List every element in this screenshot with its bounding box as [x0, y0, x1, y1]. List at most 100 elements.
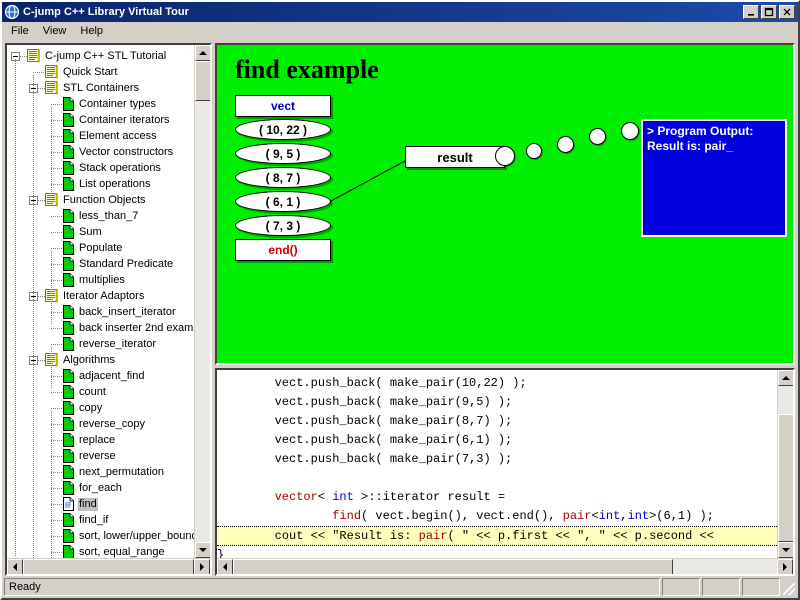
tree-node-label: Iterator Adaptors: [63, 289, 145, 302]
code-hscroll-track[interactable]: [673, 559, 777, 574]
tree-connector: [51, 327, 63, 329]
tree-node-sort-lower-upper-bound[interactable]: sort, lower/upper_bound: [11, 528, 194, 544]
tree-node-iterator-adaptors[interactable]: Iterator Adaptors: [11, 288, 194, 304]
tree-node-for-each[interactable]: for_each: [11, 480, 194, 496]
code-scroll-track-top[interactable]: [778, 386, 793, 414]
code-scroll-right-button[interactable]: [777, 559, 793, 574]
code-vertical-scrollbar[interactable]: [777, 370, 793, 558]
tree-node-label: copy: [79, 401, 103, 414]
tree-scroll-thumb[interactable]: [195, 61, 210, 101]
maximize-button[interactable]: [761, 5, 777, 19]
tree-node-vector-constructors[interactable]: Vector constructors: [11, 144, 194, 160]
code-scroll-down-button[interactable]: [778, 542, 793, 558]
tree-node-label: Standard Predicate: [79, 257, 174, 270]
tree-node-multiplies[interactable]: multiplies: [11, 272, 194, 288]
tree-connector: [51, 391, 63, 393]
tree-node-stack-operations[interactable]: Stack operations: [11, 160, 194, 176]
tree-node-label: sort, equal_range: [79, 545, 165, 558]
tree-scroll-left-button[interactable]: [7, 559, 23, 574]
window-controls: [743, 5, 796, 19]
tree-node-back-inserter-2nd-exam[interactable]: back inserter 2nd exam: [11, 320, 194, 336]
minimize-button[interactable]: [743, 5, 759, 19]
tree-node-label: count: [79, 385, 106, 398]
tree-node-element-access[interactable]: Element access: [11, 128, 194, 144]
code-scroll-up-button[interactable]: [778, 370, 793, 386]
tree-node-next-permutation[interactable]: next_permutation: [11, 464, 194, 480]
tree-node-container-iterators[interactable]: Container iterators: [11, 112, 194, 128]
tree-node-sort-equal-range[interactable]: sort, equal_range: [11, 544, 194, 558]
page-icon: [63, 417, 74, 431]
code-line: vect.push_back( make_pair(7,3) );: [217, 452, 513, 466]
code-view[interactable]: vect.push_back( make_pair(10,22) ); vect…: [217, 370, 777, 558]
code-line: find( vect.begin(), vect.end(), pair<int…: [332, 509, 714, 523]
menu-item-help[interactable]: Help: [73, 23, 110, 39]
navigation-tree-panel: C-jump C++ STL Tutorial Quick Start STL Co…: [5, 43, 212, 576]
resize-grip[interactable]: [782, 578, 796, 596]
tree-node-c-jump-c-stl-tutorial[interactable]: C-jump C++ STL Tutorial: [11, 48, 194, 64]
tree-scroll-track[interactable]: [195, 101, 210, 542]
code-hscroll-thumb[interactable]: [233, 559, 673, 574]
vector-footer-box: end(): [235, 239, 331, 261]
tree-node-find-if[interactable]: find_if: [11, 512, 194, 528]
code-line: vect.push_back( make_pair(10,22) );: [217, 376, 527, 390]
main-content: C-jump C++ STL Tutorial Quick Start STL Co…: [2, 41, 798, 576]
status-bar: Ready: [2, 576, 798, 598]
tree-node-adjacent-find[interactable]: adjacent_find: [11, 368, 194, 384]
vector-element-0: ( 10, 22 ): [235, 119, 331, 140]
tree-node-replace[interactable]: replace: [11, 432, 194, 448]
tree-node-count[interactable]: count: [11, 384, 194, 400]
book-icon: [45, 65, 58, 79]
tree-node-sum[interactable]: Sum: [11, 224, 194, 240]
tree-node-list-operations[interactable]: List operations: [11, 176, 194, 192]
tree-node-standard-predicate[interactable]: Standard Predicate: [11, 256, 194, 272]
tree-node-stl-containers[interactable]: STL Containers: [11, 80, 194, 96]
tree-node-quick-start[interactable]: Quick Start: [11, 64, 194, 80]
tree-connector: [51, 119, 63, 121]
tree-node-label: next_permutation: [79, 465, 164, 478]
menu-bar: File View Help: [2, 22, 798, 41]
diagram-panel: find example vect ( 10, 22 ) ( 9, 5 ) ( …: [215, 43, 795, 365]
close-button[interactable]: [779, 5, 795, 19]
tree-hscroll-thumb[interactable]: [23, 559, 194, 574]
tree-node-reverse-copy[interactable]: reverse_copy: [11, 416, 194, 432]
tree-node-back-insert-iterator[interactable]: back_insert_iterator: [11, 304, 194, 320]
tree-scroll-up-button[interactable]: [195, 45, 210, 61]
tree-node-label: Element access: [79, 129, 157, 142]
tree-node-find[interactable]: find: [11, 496, 194, 512]
page-icon: [63, 145, 74, 159]
code-scroll-thumb[interactable]: [778, 414, 793, 542]
tree-scroll-right-button[interactable]: [194, 559, 210, 574]
code-horizontal-scrollbar[interactable]: [217, 558, 793, 574]
tree-horizontal-scrollbar[interactable]: [7, 558, 210, 574]
tree-connector: [33, 71, 45, 73]
tree-node-copy[interactable]: copy: [11, 400, 194, 416]
tree-node-reverse[interactable]: reverse: [11, 448, 194, 464]
app-globe-icon: [4, 4, 20, 20]
tree-view[interactable]: C-jump C++ STL Tutorial Quick Start STL Co…: [7, 45, 194, 558]
tree-scroll-down-button[interactable]: [195, 542, 210, 558]
page-icon: [63, 305, 74, 319]
menu-item-file[interactable]: File: [4, 23, 36, 39]
tree-node-algorithms[interactable]: Algorithms: [11, 352, 194, 368]
tree-node-reverse-iterator[interactable]: reverse_iterator: [11, 336, 194, 352]
tree-node-function-objects[interactable]: Function Objects: [11, 192, 194, 208]
menu-item-view[interactable]: View: [36, 23, 74, 39]
tree-node-populate[interactable]: Populate: [11, 240, 194, 256]
page-icon: [63, 257, 74, 271]
tree-connector: [38, 199, 45, 201]
tree-vertical-scrollbar[interactable]: [194, 45, 210, 558]
tree-node-label: Function Objects: [63, 193, 146, 206]
page-icon: [63, 529, 74, 543]
page-icon: [63, 177, 74, 191]
trail-dot-2: [557, 136, 574, 153]
tree-node-label: reverse: [79, 449, 116, 462]
page-open-icon: [63, 497, 74, 511]
tree-node-less-than-7[interactable]: less_than_7: [11, 208, 194, 224]
tree-connector: [51, 231, 63, 233]
code-scroll-left-button[interactable]: [217, 559, 233, 574]
tree-connector: [51, 375, 63, 377]
tree-connector: [38, 295, 45, 297]
trail-dot-3: [589, 128, 606, 145]
tree-node-container-types[interactable]: Container types: [11, 96, 194, 112]
